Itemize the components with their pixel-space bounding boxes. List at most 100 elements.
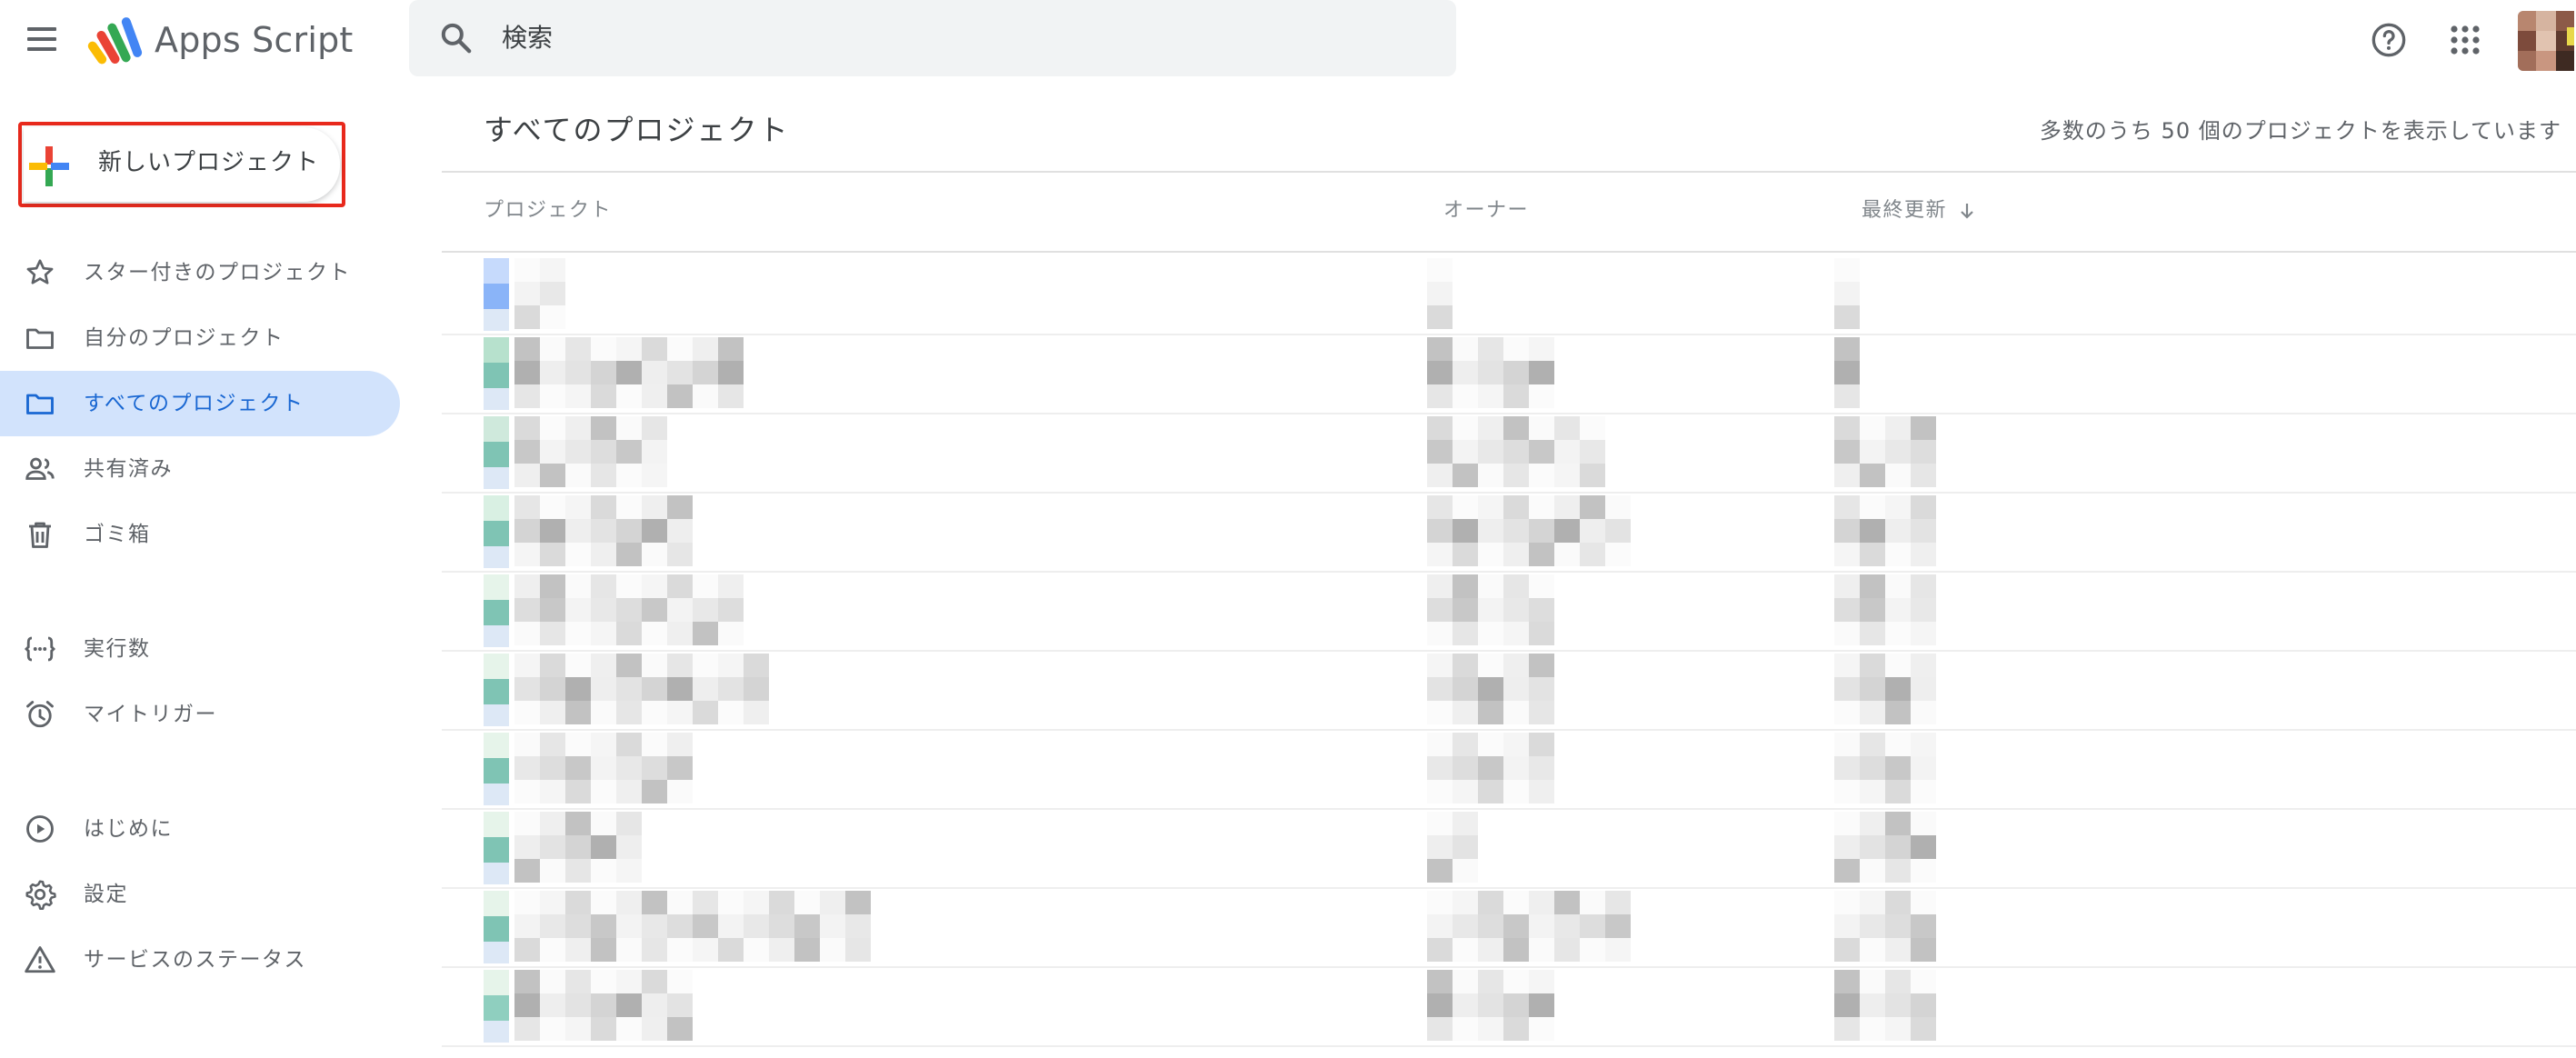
last-updated-redacted xyxy=(1834,733,1936,803)
owner-redacted xyxy=(1427,970,1563,1041)
table-row[interactable] xyxy=(442,887,2576,968)
sidebar-item-label: はじめに xyxy=(84,817,173,841)
last-updated-redacted xyxy=(1834,495,1936,566)
project-icon xyxy=(484,704,509,726)
project-icon xyxy=(484,337,509,388)
project-icon xyxy=(484,863,509,884)
sidebar-item-settings[interactable]: 設定 xyxy=(0,862,400,927)
project-name-redacted xyxy=(514,970,696,1041)
main-menu-button[interactable] xyxy=(20,20,65,62)
help-icon[interactable] xyxy=(2371,22,2407,58)
sidebar-item-my-triggers[interactable]: マイトリガー xyxy=(0,682,400,747)
page-title: すべてのプロジェクト xyxy=(484,113,790,147)
project-name-redacted xyxy=(514,495,696,566)
sidebar-item-label: 自分のプロジェクト xyxy=(84,326,285,350)
sidebar-item-trash[interactable]: ゴミ箱 xyxy=(0,502,400,567)
table-row[interactable] xyxy=(442,334,2576,414)
owner-redacted xyxy=(1427,495,1636,566)
project-icon xyxy=(484,625,509,647)
sidebar-item-label: スター付きのプロジェクト xyxy=(84,261,351,284)
table-row[interactable] xyxy=(442,808,2576,889)
project-name-redacted xyxy=(514,258,569,329)
star-icon xyxy=(26,259,54,284)
project-icon xyxy=(484,891,509,942)
owner-redacted xyxy=(1427,733,1563,803)
project-icon xyxy=(484,467,509,489)
sidebar-item-label: 実行数 xyxy=(84,637,151,661)
last-updated-redacted xyxy=(1834,258,1862,329)
warning-icon xyxy=(25,946,55,973)
sidebar-item-label: すべてのプロジェクト xyxy=(84,392,305,415)
owner-redacted xyxy=(1427,574,1563,645)
owner-redacted xyxy=(1427,337,1563,408)
table-row[interactable] xyxy=(442,492,2576,573)
sidebar-item-label: サービスのステータス xyxy=(84,948,306,972)
sidebar-item-shared[interactable]: 共有済み xyxy=(0,436,400,502)
alarm-icon xyxy=(26,701,54,728)
search-bar[interactable] xyxy=(409,0,1456,76)
last-updated-redacted xyxy=(1834,654,1936,724)
project-icon xyxy=(484,309,509,331)
last-updated-redacted xyxy=(1834,891,1936,962)
project-icon xyxy=(484,654,509,704)
plus-icon xyxy=(29,146,69,186)
sidebar-item-starred[interactable]: スター付きのプロジェクト xyxy=(0,240,400,305)
table-row[interactable] xyxy=(442,413,2576,494)
project-name-redacted xyxy=(514,416,669,487)
people-icon xyxy=(25,457,55,480)
owner-redacted xyxy=(1427,416,1605,487)
column-header-owner[interactable]: オーナー xyxy=(1443,195,1529,227)
app-title[interactable]: Apps Script xyxy=(155,16,354,64)
table-row[interactable] xyxy=(442,966,2576,1047)
owner-redacted xyxy=(1427,891,1636,962)
project-icon xyxy=(484,784,509,805)
owner-redacted xyxy=(1427,258,1454,329)
project-icon xyxy=(484,574,509,625)
project-icon xyxy=(484,258,509,309)
last-updated-redacted xyxy=(1834,337,1862,408)
project-icon xyxy=(484,388,509,410)
project-icon xyxy=(484,1021,509,1043)
table-row[interactable] xyxy=(442,255,2576,335)
table-row[interactable] xyxy=(442,729,2576,810)
gear-icon xyxy=(25,880,56,911)
sidebar-item-label: マイトリガー xyxy=(84,703,217,726)
table-row[interactable] xyxy=(442,650,2576,731)
project-icon xyxy=(484,942,509,963)
project-icon xyxy=(484,546,509,568)
sidebar-item-label: 設定 xyxy=(84,883,128,906)
sidebar-item-executions[interactable]: 実行数 xyxy=(0,616,400,682)
sidebar-item-service-status[interactable]: サービスのステータス xyxy=(0,927,400,993)
search-input[interactable]: 検索 xyxy=(502,20,553,56)
sidebar-item-label: 共有済み xyxy=(84,457,173,481)
project-name-redacted xyxy=(514,574,744,645)
last-updated-redacted xyxy=(1834,812,1936,883)
search-icon[interactable] xyxy=(438,20,474,56)
project-icon xyxy=(484,812,509,863)
divider xyxy=(442,171,2576,173)
folder-icon xyxy=(26,328,54,349)
sort-arrow-down-icon[interactable] xyxy=(1956,200,1978,222)
folder-icon xyxy=(26,394,54,414)
table-row[interactable] xyxy=(442,571,2576,652)
last-updated-redacted xyxy=(1834,574,1936,645)
executions-icon xyxy=(24,636,56,662)
column-header-updated[interactable]: 最終更新 xyxy=(1862,195,1947,227)
last-updated-redacted xyxy=(1834,970,1936,1041)
project-name-redacted xyxy=(514,733,696,803)
project-icon xyxy=(484,416,509,467)
play-circle-icon xyxy=(26,815,54,843)
project-name-redacted xyxy=(514,654,769,724)
sidebar-item-all-projects[interactable]: すべてのプロジェクト xyxy=(0,371,400,436)
new-project-label: 新しいプロジェクト xyxy=(98,149,320,176)
apps-script-logo-icon xyxy=(87,17,143,65)
last-updated-redacted xyxy=(1834,416,1936,487)
project-icon xyxy=(484,733,509,784)
avatar[interactable] xyxy=(2518,11,2574,71)
project-name-redacted xyxy=(514,812,642,883)
sidebar-item-getting-started[interactable]: はじめに xyxy=(0,796,400,862)
sidebar-item-my-projects[interactable]: 自分のプロジェクト xyxy=(0,305,400,371)
apps-grid-icon[interactable] xyxy=(2449,24,2481,56)
project-icon xyxy=(484,495,509,546)
column-header-project[interactable]: プロジェクト xyxy=(484,195,612,227)
